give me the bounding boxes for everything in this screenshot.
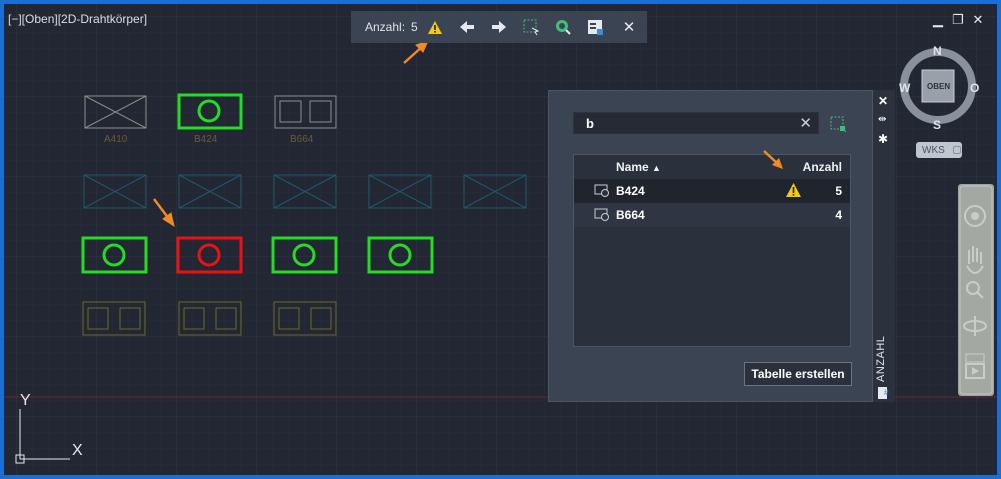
drawing-canvas[interactable]: A410 B424 B664 [−][Oben][2D-Drahtkörper]…: [4, 4, 997, 475]
compass-east[interactable]: O: [970, 81, 979, 95]
block-label-a410: A410: [104, 134, 128, 145]
coordinate-system-menu[interactable]: WKS: [916, 142, 962, 158]
table-row[interactable]: B664 4: [574, 203, 850, 227]
next-icon[interactable]: [489, 17, 509, 37]
search-value: b: [586, 116, 594, 131]
close-toolbar-icon[interactable]: ✕: [619, 17, 639, 37]
close-icon[interactable]: ✕: [970, 12, 986, 28]
sort-ascending-icon: ▲: [652, 163, 661, 173]
block-icon: [594, 207, 610, 226]
viewport-controls-label[interactable]: [−][Oben][2D-Drahtkörper]: [8, 12, 147, 26]
annotation-arrow-warning: [763, 150, 783, 169]
properties-icon[interactable]: ✱: [878, 132, 888, 146]
column-header-count[interactable]: Anzahl: [803, 160, 842, 174]
palette-title: ANZAHL: [875, 335, 887, 382]
navigation-bar: [958, 184, 994, 396]
auto-hide-icon[interactable]: ⇹: [878, 114, 886, 125]
restore-icon[interactable]: ❐: [950, 12, 966, 28]
count-toolbar: Anzahl: 5 ✕: [351, 11, 647, 43]
create-table-button[interactable]: Tabelle erstellen: [744, 362, 852, 386]
row-count: 4: [835, 208, 842, 222]
wcs-label: WKS: [922, 144, 945, 156]
ucs-y-label: Y: [20, 392, 31, 409]
compass-west[interactable]: W: [899, 81, 910, 95]
row-count: 5: [835, 184, 842, 198]
close-palette-icon[interactable]: ✕: [878, 94, 888, 108]
count-toolbar-value: 5: [411, 20, 418, 34]
minimize-icon[interactable]: ▁: [930, 12, 946, 28]
count-table: Name ▲ Anzahl B424 5 B664 4: [573, 150, 851, 347]
ucs-x-label: X: [72, 442, 83, 459]
count-palette-icon: #: [877, 386, 891, 405]
row-name: B664: [616, 208, 645, 222]
block-icon: [594, 183, 610, 202]
chevron-down-icon: [952, 146, 961, 154]
count-toolbar-label: Anzahl:: [365, 20, 406, 34]
block-label-b664: B664: [290, 134, 314, 145]
table-row[interactable]: B424 5: [574, 179, 850, 203]
column-header-name[interactable]: Name ▲: [616, 160, 661, 174]
warning-icon[interactable]: [785, 182, 802, 203]
warning-icon[interactable]: [425, 17, 445, 37]
table-header: Name ▲ Anzahl: [574, 155, 850, 179]
previous-icon[interactable]: [457, 17, 477, 37]
zoom-to-icon[interactable]: [553, 17, 573, 37]
count-palette: b ✕ Name ▲ Anzahl B424 5 B664 4 Tabelle …: [548, 90, 873, 402]
compass-north[interactable]: N: [933, 44, 942, 58]
row-name: B424: [616, 184, 645, 198]
select-area-icon[interactable]: [829, 115, 847, 138]
select-objects-icon[interactable]: [521, 17, 541, 37]
viewcube-face-top[interactable]: OBEN: [927, 82, 950, 91]
search-input[interactable]: b ✕: [573, 112, 819, 134]
compass-south[interactable]: S: [933, 118, 941, 132]
block-label-b424: B424: [194, 134, 218, 145]
svg-text:#: #: [884, 388, 889, 397]
clear-search-icon[interactable]: ✕: [799, 114, 812, 132]
insert-field-icon[interactable]: [585, 17, 605, 37]
